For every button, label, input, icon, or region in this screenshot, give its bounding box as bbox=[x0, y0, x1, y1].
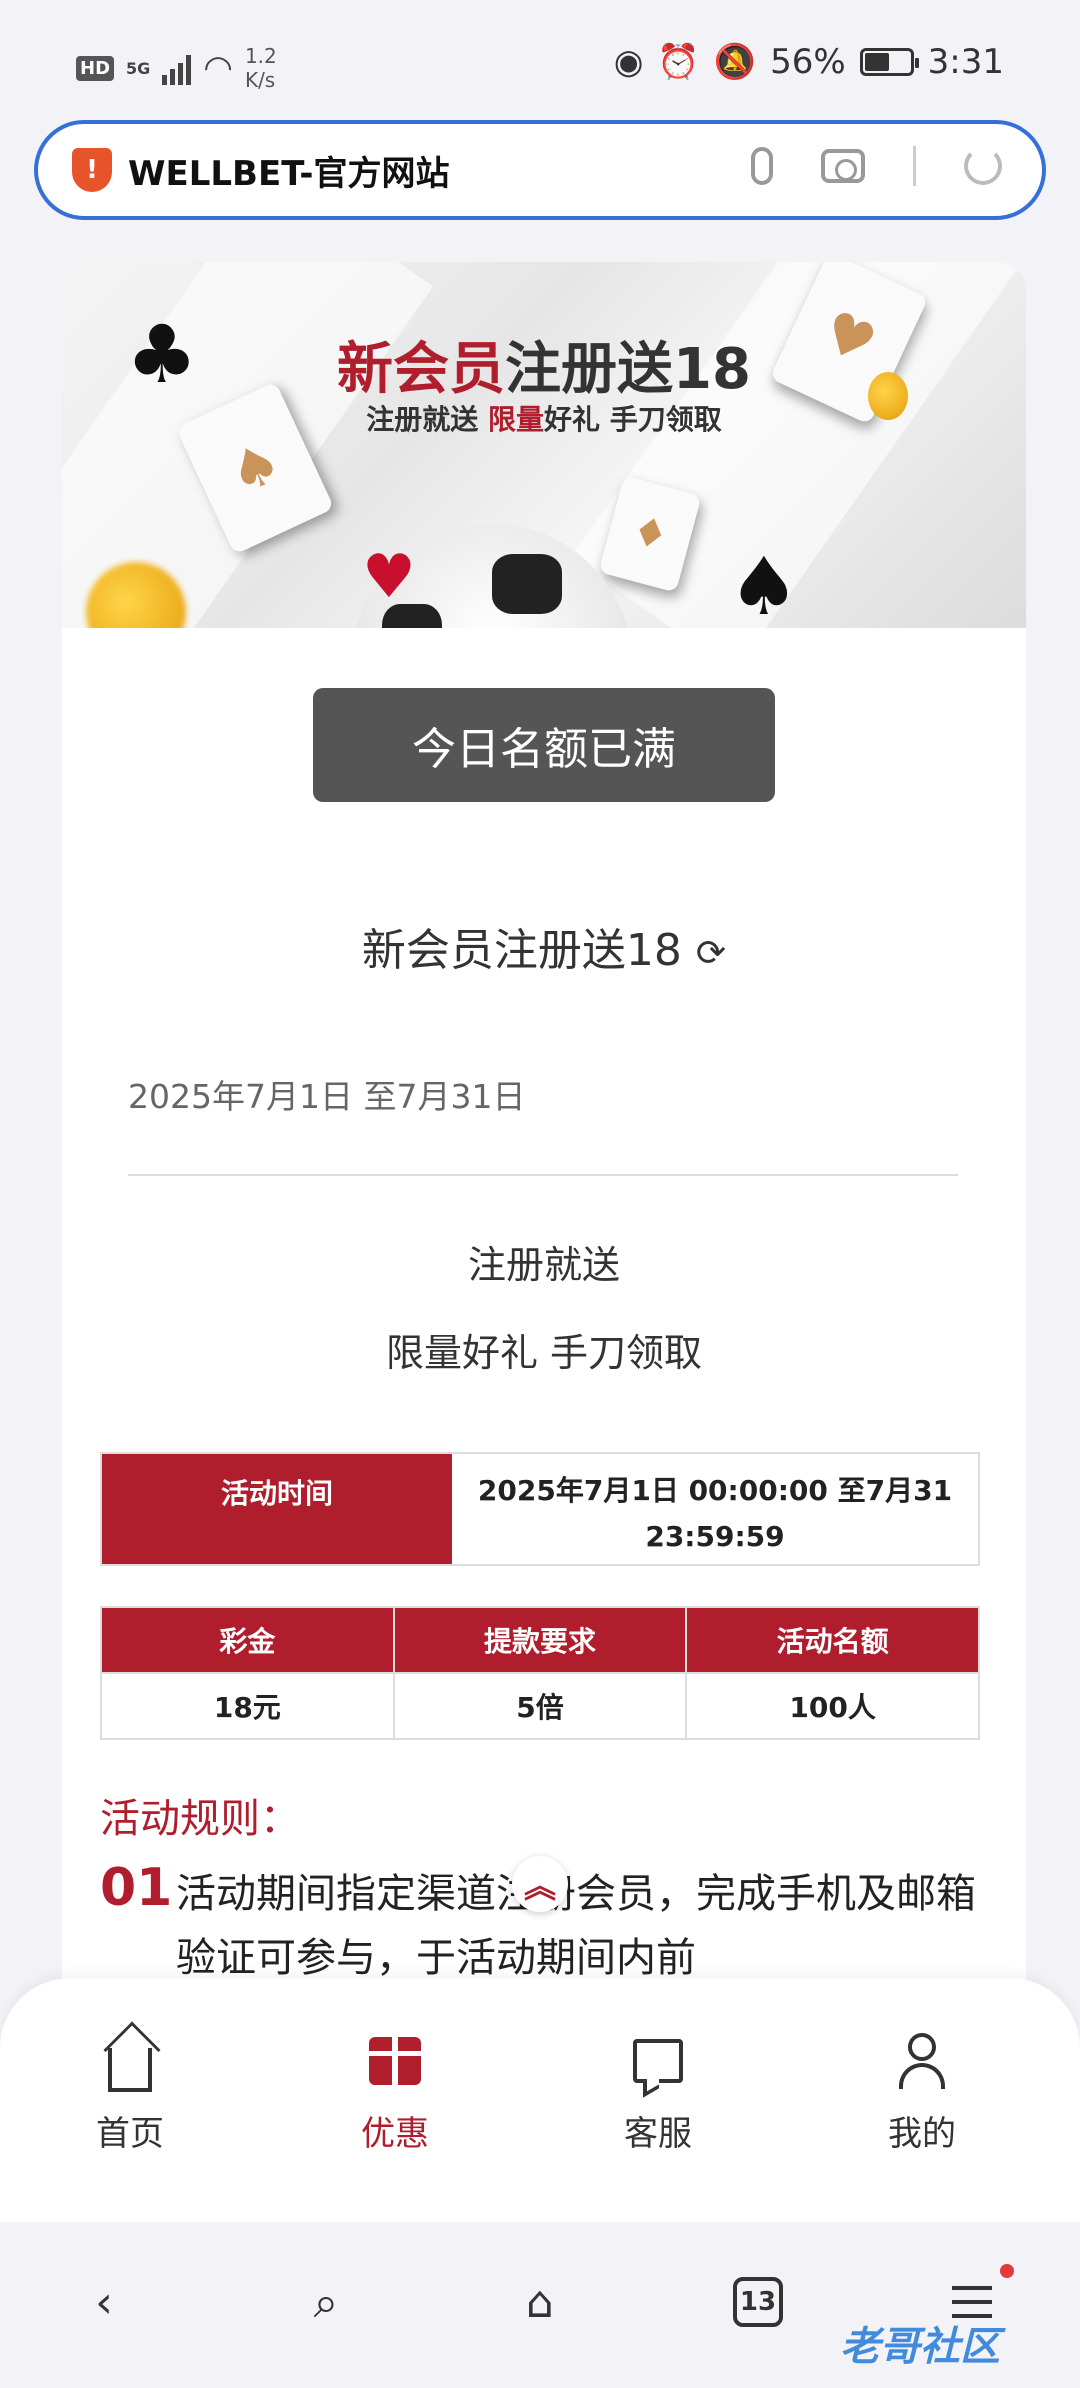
event-title: 新会员注册送18 ⟳ bbox=[62, 914, 1026, 978]
divider bbox=[128, 1174, 958, 1176]
address-bar-actions bbox=[751, 146, 1002, 186]
banner-subtitle: 注册就送 限量好礼 手刀领取 bbox=[62, 398, 1026, 438]
refresh-icon[interactable]: ⟳ bbox=[696, 933, 726, 974]
promo-card: ♣ ♠ ♥ ♦ ♥ ♠ 新会员注册送18 注册就送 限量好礼 手刀领取 今日名额… bbox=[62, 262, 1026, 2002]
home-icon[interactable]: ⌂ bbox=[500, 2262, 580, 2342]
security-shield-icon[interactable]: ! bbox=[72, 148, 112, 192]
rule-text: 活动期间指定渠道注册会员，完成手机及邮箱验证可参与，于活动期间内前 bbox=[176, 1871, 976, 1981]
table-row: 18元 5倍 100人 bbox=[100, 1672, 980, 1740]
banner-sub-highlight: 限量 bbox=[487, 403, 544, 436]
event-title-text: 新会员注册送18 bbox=[361, 925, 682, 976]
nav-label: 客服 bbox=[624, 2114, 692, 2154]
activity-time-table: 活动时间 2025年7月1日 00:00:00 至7月31 23:59:59 bbox=[100, 1452, 980, 1566]
cell-withdraw-requirement: 5倍 bbox=[392, 1672, 688, 1740]
activity-time-label: 活动时间 bbox=[102, 1454, 452, 1564]
signal-icon bbox=[162, 51, 192, 85]
header-quota: 活动名额 bbox=[685, 1606, 980, 1674]
gift-icon bbox=[325, 2030, 465, 2092]
rule-number: 01 bbox=[100, 1858, 173, 1918]
nav-item-promotions[interactable]: 优惠 bbox=[325, 2030, 465, 2155]
nav-item-support[interactable]: 客服 bbox=[588, 2030, 728, 2155]
tabs-count: 13 bbox=[733, 2277, 783, 2327]
site-bottom-nav: 首页 优惠 客服 我的 bbox=[0, 1978, 1080, 2222]
description-line-2: 限量好礼 手刀领取 bbox=[385, 1331, 703, 1375]
eye-icon: ◉ bbox=[613, 42, 644, 82]
alarm-icon: ⏰ bbox=[657, 42, 700, 82]
status-left: HD 5G ◠ 1.2 K/s bbox=[76, 44, 277, 92]
bonus-info-table: 彩金 提款要求 活动名额 18元 5倍 100人 bbox=[100, 1606, 980, 1740]
scroll-top-button[interactable]: ︽ bbox=[512, 1856, 568, 1912]
watermark-logo: 老哥社区 bbox=[840, 2324, 1000, 2370]
search-icon[interactable]: ⌕ bbox=[286, 2262, 366, 2342]
spade-suit-icon: ♠ bbox=[728, 540, 800, 628]
battery-percent: 56% bbox=[770, 42, 846, 82]
camera-icon[interactable] bbox=[821, 149, 865, 183]
clock: 3:31 bbox=[927, 42, 1004, 82]
address-divider bbox=[913, 146, 916, 186]
cell-bonus: 18元 bbox=[100, 1672, 395, 1740]
tabs-button[interactable]: 13 bbox=[718, 2262, 798, 2342]
url-text[interactable]: WELLBET-官方网站 bbox=[128, 146, 450, 195]
cell-quota: 100人 bbox=[685, 1672, 980, 1740]
nav-label: 我的 bbox=[888, 2114, 956, 2154]
notification-dot bbox=[1000, 2264, 1014, 2278]
nav-item-profile[interactable]: 我的 bbox=[852, 2030, 992, 2155]
status-bar: HD 5G ◠ 1.2 K/s ◉ ⏰ 🔕 56% 3:31 bbox=[0, 0, 1080, 118]
event-date: 2025年7月1日 至7月31日 bbox=[128, 1077, 526, 1116]
rules-title: 活动规则： bbox=[100, 1796, 300, 1842]
user-icon bbox=[852, 2030, 992, 2092]
chat-icon bbox=[588, 2030, 728, 2092]
network-label: 5G bbox=[126, 58, 151, 78]
nav-label: 优惠 bbox=[361, 2114, 429, 2154]
wifi-icon: ◠ bbox=[203, 48, 233, 88]
home-icon bbox=[60, 2030, 200, 2092]
quota-full-button[interactable]: 今日名额已满 bbox=[313, 688, 775, 802]
microphone-icon[interactable] bbox=[751, 147, 773, 185]
header-bonus: 彩金 bbox=[100, 1606, 395, 1674]
activity-time-value: 2025年7月1日 00:00:00 至7月31 23:59:59 bbox=[477, 1474, 953, 1553]
header-withdraw-requirement: 提款要求 bbox=[392, 1606, 688, 1674]
nav-item-home[interactable]: 首页 bbox=[60, 2030, 200, 2155]
banner-title-highlight: 新会员 bbox=[337, 337, 506, 402]
description-line-1: 注册就送 bbox=[467, 1243, 620, 1287]
address-bar[interactable]: ! WELLBET-官方网站 bbox=[34, 120, 1046, 220]
reload-icon[interactable] bbox=[964, 147, 1002, 185]
network-speed: 1.2 K/s bbox=[245, 44, 277, 92]
table-header-row: 彩金 提款要求 活动名额 bbox=[100, 1606, 980, 1674]
banner-title: 新会员注册送18 bbox=[62, 324, 1026, 405]
back-icon[interactable]: ‹ bbox=[64, 2262, 144, 2342]
battery-icon bbox=[859, 48, 919, 76]
ball-patch bbox=[492, 554, 562, 614]
banner-sub-part2: 好礼 手刀领取 bbox=[544, 403, 722, 436]
promo-banner: ♣ ♠ ♥ ♦ ♥ ♠ 新会员注册送18 注册就送 限量好礼 手刀领取 bbox=[62, 262, 1026, 628]
battery-fill bbox=[864, 53, 890, 71]
heart-suit-icon: ♥ bbox=[362, 542, 416, 612]
speed-unit: K/s bbox=[244, 68, 276, 92]
banner-sub-part1: 注册就送 bbox=[366, 403, 488, 436]
speed-value: 1.2 bbox=[244, 44, 277, 68]
nav-label: 首页 bbox=[96, 2114, 164, 2154]
hd-indicator: HD bbox=[76, 55, 115, 81]
mute-bell-icon: 🔕 bbox=[713, 42, 757, 82]
banner-title-main: 注册送18 bbox=[505, 337, 751, 402]
status-right: ◉ ⏰ 🔕 56% 3:31 bbox=[614, 42, 1004, 82]
